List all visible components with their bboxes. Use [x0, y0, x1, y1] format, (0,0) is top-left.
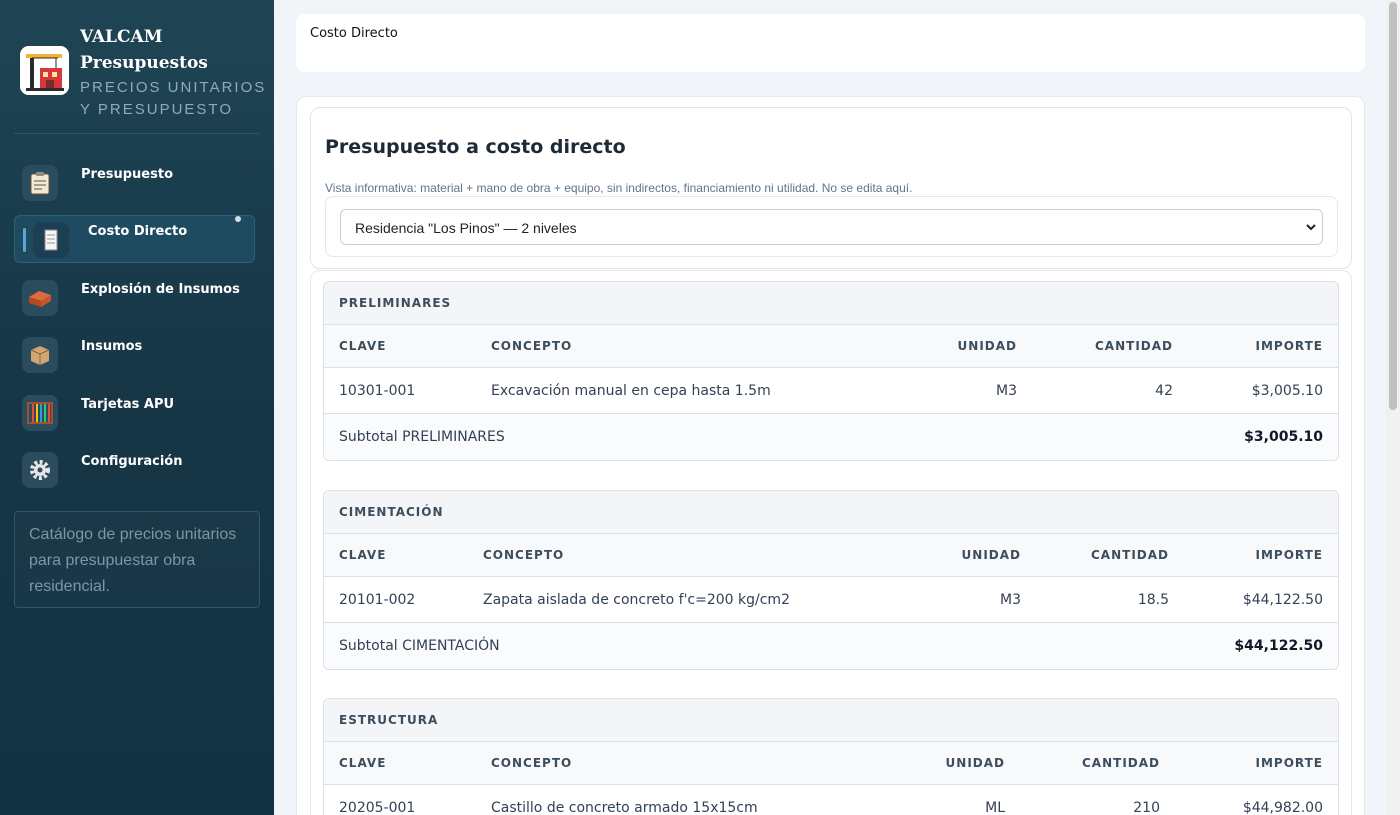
cell-importe: $3,005.10 — [1251, 383, 1323, 399]
section-cimentacion: CIMENTACIÓN CLAVE CONCEPTO UNIDAD CANTID… — [323, 490, 1339, 670]
sidebar-item-label: Insumos — [81, 339, 143, 354]
sidebar-divider — [14, 133, 259, 134]
sidebar-item-presupuesto[interactable]: Presupuesto — [14, 159, 255, 207]
cell-unidad: ML — [985, 800, 1005, 815]
sidebar-item-insumos[interactable]: Insumos — [14, 331, 255, 379]
project-select-value: Residencia "Los Pinos" — 2 niveles — [355, 220, 577, 236]
section-estructura: ESTRUCTURA CLAVE CONCEPTO UNIDAD CANTIDA… — [323, 698, 1339, 815]
scrollbar-thumb[interactable] — [1389, 2, 1397, 410]
section-preliminares: PRELIMINARES CLAVE CONCEPTO UNIDAD CANTI… — [323, 281, 1339, 461]
cell-concepto: Excavación manual en cepa hasta 1.5m — [491, 383, 771, 399]
section-header: ESTRUCTURA — [324, 699, 1338, 742]
subtotal-label: Subtotal PRELIMINARES — [339, 429, 505, 445]
section-header: PRELIMINARES — [324, 282, 1338, 325]
brand-title: VALCAM Presupuestos — [80, 27, 208, 73]
table-row[interactable]: 10301-001 Excavación manual en cepa hast… — [324, 368, 1338, 414]
table-header: CLAVE CONCEPTO UNIDAD CANTIDAD IMPORTE — [324, 534, 1338, 577]
box-icon — [22, 337, 58, 373]
brick-icon — [22, 280, 58, 316]
sidebar-item-configuracion[interactable]: Configuración — [14, 446, 255, 494]
cell-clave: 20205-001 — [339, 800, 416, 815]
cell-unidad: M3 — [996, 383, 1017, 399]
col-concepto: CONCEPTO — [483, 548, 565, 562]
col-concepto: CONCEPTO — [491, 756, 573, 770]
project-select-wrapper: Residencia "Los Pinos" — 2 niveles — [325, 196, 1338, 257]
section-title: ESTRUCTURA — [339, 713, 439, 727]
col-unidad: UNIDAD — [957, 339, 1017, 353]
section-header: CIMENTACIÓN — [324, 491, 1338, 534]
table-header: CLAVE CONCEPTO UNIDAD CANTIDAD IMPORTE — [324, 742, 1338, 785]
subtotal-row: Subtotal PRELIMINARES $3,005.10 — [324, 414, 1338, 460]
cell-clave: 10301-001 — [339, 383, 416, 399]
chevron-down-icon — [1304, 220, 1318, 234]
subtotal-label: Subtotal CIMENTACIÓN — [339, 638, 500, 654]
sidebar-item-label: Explosión de Insumos — [81, 282, 240, 297]
table-header: CLAVE CONCEPTO UNIDAD CANTIDAD IMPORTE — [324, 325, 1338, 368]
section-title: PRELIMINARES — [339, 296, 452, 310]
abacus-icon — [22, 395, 58, 431]
clipboard-icon — [22, 165, 58, 201]
col-clave: CLAVE — [339, 548, 387, 562]
construction-crane-icon — [20, 46, 69, 95]
sidebar-item-explosion-insumos[interactable]: Explosión de Insumos — [14, 274, 255, 322]
col-importe: IMPORTE — [1255, 339, 1323, 353]
sidebar-item-tarjetas-apu[interactable]: Tarjetas APU — [14, 389, 255, 437]
cell-concepto: Castillo de concreto armado 15x15cm — [491, 800, 758, 815]
cell-unidad: M3 — [1000, 592, 1021, 608]
cell-importe: $44,122.50 — [1242, 592, 1323, 608]
page-title: Costo Directo — [310, 26, 398, 41]
page-scrollbar[interactable] — [1386, 0, 1400, 815]
subtotal-value: $44,122.50 — [1234, 638, 1323, 654]
project-select[interactable]: Residencia "Los Pinos" — 2 niveles — [340, 209, 1323, 245]
col-cantidad: CANTIDAD — [1091, 548, 1169, 562]
intro-title: Presupuesto a costo directo — [325, 136, 626, 158]
table-row[interactable]: 20205-001 Castillo de concreto armado 15… — [324, 785, 1338, 815]
cell-importe: $44,982.00 — [1242, 800, 1323, 815]
cell-cantidad: 42 — [1155, 383, 1173, 399]
sidebar: VALCAM Presupuestos PRECIOS UNITARIOS Y … — [0, 0, 274, 815]
col-unidad: UNIDAD — [961, 548, 1021, 562]
sidebar-note: Catálogo de precios unitarios para presu… — [14, 511, 260, 608]
cell-cantidad: 210 — [1133, 800, 1160, 815]
col-concepto: CONCEPTO — [491, 339, 573, 353]
col-importe: IMPORTE — [1255, 548, 1323, 562]
brand-subtitle: PRECIOS UNITARIOS Y PRESUPUESTO — [80, 79, 267, 118]
intro-description: Vista informativa: material + mano de ob… — [325, 181, 913, 195]
subtotal-row: Subtotal CIMENTACIÓN $44,122.50 — [324, 623, 1338, 669]
active-dot — [235, 216, 241, 222]
cell-clave: 20101-002 — [339, 592, 416, 608]
subtotal-value: $3,005.10 — [1244, 429, 1323, 445]
sidebar-item-costo-directo[interactable]: Costo Directo — [14, 215, 255, 263]
col-unidad: UNIDAD — [945, 756, 1005, 770]
sidebar-item-label: Tarjetas APU — [81, 397, 175, 412]
cell-concepto: Zapata aislada de concreto f'c=200 kg/cm… — [483, 592, 790, 608]
intro-card: Presupuesto a costo directo Vista inform… — [310, 107, 1352, 269]
col-clave: CLAVE — [339, 756, 387, 770]
sidebar-item-label: Costo Directo — [88, 224, 188, 239]
document-icon — [33, 222, 69, 258]
active-indicator — [23, 228, 26, 252]
section-title: CIMENTACIÓN — [339, 505, 444, 519]
col-clave: CLAVE — [339, 339, 387, 353]
sidebar-item-label: Configuración — [81, 454, 183, 469]
page-header: Costo Directo — [296, 14, 1365, 72]
col-cantidad: CANTIDAD — [1095, 339, 1173, 353]
col-cantidad: CANTIDAD — [1082, 756, 1160, 770]
cell-cantidad: 18.5 — [1137, 592, 1169, 608]
col-importe: IMPORTE — [1255, 756, 1323, 770]
table-row[interactable]: 20101-002 Zapata aislada de concreto f'c… — [324, 577, 1338, 623]
sidebar-item-label: Presupuesto — [81, 167, 174, 182]
gear-icon — [22, 452, 58, 488]
